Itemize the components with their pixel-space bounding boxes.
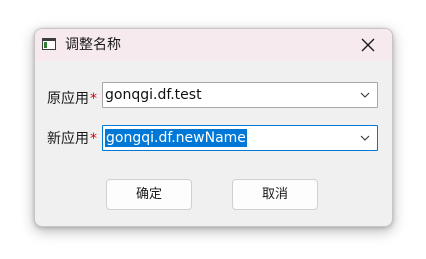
original-app-value: gonqgi.df.test [105,87,202,103]
chevron-down-icon[interactable] [360,134,370,142]
original-app-combobox[interactable]: gonqgi.df.test [102,82,378,108]
new-app-label-text: 新应用 [47,131,89,147]
cancel-button[interactable]: 取消 [232,179,318,210]
chevron-down-icon[interactable] [360,91,370,99]
required-mark: * [90,131,97,147]
new-app-combobox[interactable]: gongqi.df.newName [102,125,378,151]
close-icon [361,38,375,52]
dialog-title: 调整名称 [65,37,121,53]
rename-dialog: 调整名称 原应用* gonqgi.df.test 新应用* gongqi.df.… [34,28,393,227]
new-app-label: 新应用* [47,130,97,148]
new-app-value[interactable]: gongqi.df.newName [105,129,247,147]
window-app-icon [42,38,56,50]
confirm-button[interactable]: 确定 [106,179,192,210]
close-button[interactable] [346,29,392,61]
original-app-label: 原应用* [47,90,97,108]
required-mark: * [90,91,97,107]
title-bar[interactable]: 调整名称 [35,29,392,61]
original-app-label-text: 原应用 [47,91,89,107]
